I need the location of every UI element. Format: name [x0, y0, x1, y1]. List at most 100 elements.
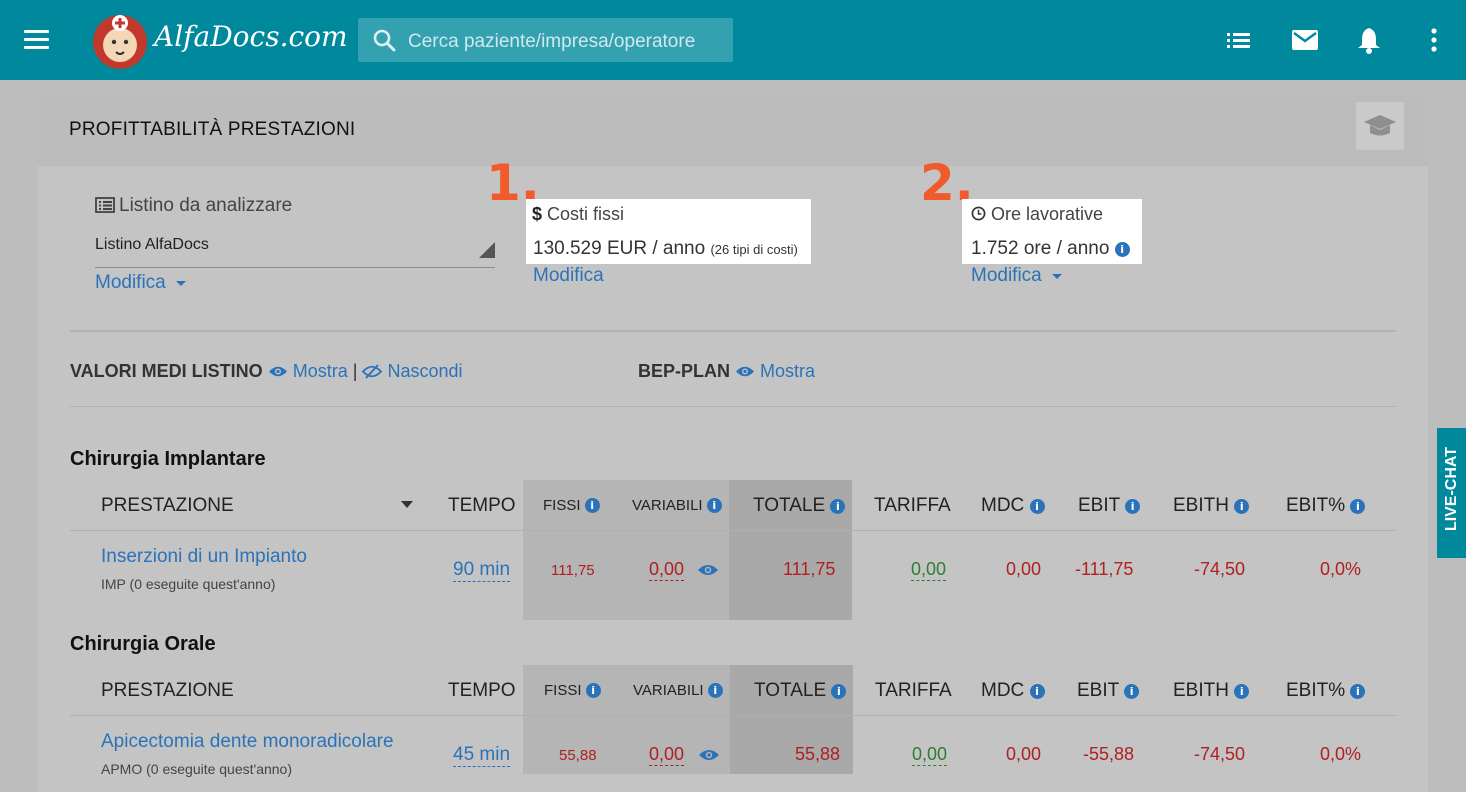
valori-medi-show-link[interactable]: Mostra — [268, 361, 353, 381]
info-icon[interactable]: i — [585, 683, 601, 698]
valori-medi-hide-label: Nascondi — [387, 361, 463, 381]
tempo-value[interactable]: 45 min — [453, 744, 511, 767]
info-icon[interactable]: i — [1350, 499, 1366, 514]
valori-medi-hide-link[interactable]: Nascondi — [362, 361, 463, 381]
info-icon[interactable]: i — [584, 498, 600, 513]
top-bar: AlfaDocs.com Cerca paziente/impresa/oper… — [0, 0, 1466, 80]
listino-edit-dropdown[interactable]: Modifica — [95, 272, 187, 294]
info-icon[interactable]: i — [830, 499, 846, 514]
ebit-pct-value: 0,0% — [1320, 744, 1362, 764]
list-alt-icon — [95, 197, 115, 213]
ebith-value: -74,50 — [1194, 559, 1246, 579]
section-title: Chirurgia Orale — [70, 633, 216, 655]
info-icon[interactable]: i — [707, 683, 723, 698]
listino-edit-label: Modifica — [95, 272, 166, 293]
info-icon[interactable]: i — [706, 498, 722, 513]
list-icon[interactable] — [1226, 26, 1252, 54]
caret-down-icon — [176, 280, 187, 286]
ebit-value: -111,75 — [1075, 559, 1134, 579]
eye-icon[interactable] — [697, 563, 719, 577]
bep-plan-show-link[interactable]: Mostra — [735, 361, 815, 381]
logo-text: AlfaDocs.com — [154, 20, 348, 53]
search-input[interactable]: Cerca paziente/impresa/operatore — [408, 31, 695, 53]
header-divider — [70, 715, 1396, 716]
page-header: PROFITTABILITÀ PRESTAZIONI — [38, 92, 1428, 166]
dollar-icon: $ — [532, 204, 543, 224]
bep-plan-label: BEP-PLAN — [638, 361, 731, 381]
col-header-ebith: EBITH i — [1173, 495, 1250, 517]
col-header-fissi: FISSI i — [543, 497, 600, 514]
col-header-variabili-label: VARIABILI — [633, 682, 704, 699]
tutorial-button[interactable] — [1356, 102, 1404, 150]
col-header-variabili: VARIABILI i — [632, 497, 722, 514]
col-header-variabili-label: VARIABILI — [632, 497, 703, 514]
col-header-prestazione[interactable]: PRESTAZIONE — [101, 495, 234, 517]
listino-label: Listino da analizzare — [119, 195, 293, 216]
fissi-value: 111,75 — [551, 562, 595, 579]
info-icon[interactable]: i — [1234, 684, 1250, 699]
costi-fissi-edit-link[interactable]: Modifica — [533, 265, 604, 287]
info-icon[interactable]: i — [1234, 499, 1250, 514]
col-header-totale-label: TOTALE — [754, 680, 827, 701]
col-header-ebit-label: EBIT — [1078, 495, 1120, 516]
col-header-ebit-label: EBIT — [1077, 680, 1119, 701]
info-icon[interactable]: i — [1114, 242, 1130, 257]
info-icon[interactable]: i — [1350, 684, 1366, 699]
info-icon[interactable]: i — [1029, 684, 1045, 699]
col-header-fissi: FISSI i — [544, 682, 601, 699]
bep-plan-show-label: Mostra — [760, 361, 816, 381]
lion-logo-icon — [93, 15, 147, 69]
col-header-mdc: MDC i — [981, 495, 1045, 517]
page-title: PROFITTABILITÀ PRESTAZIONI — [69, 119, 356, 140]
mail-icon[interactable] — [1291, 26, 1319, 54]
eye-icon[interactable] — [698, 748, 720, 762]
prestazione-name-link[interactable]: Apicectomia dente monoradicolare — [101, 731, 394, 753]
costi-fissi-value: 130.529 EUR / anno — [533, 238, 706, 259]
ebith-value: -74,50 — [1194, 744, 1246, 764]
prestazione-code: IMP (0 eseguite quest'anno) — [101, 576, 276, 592]
prestazione-code: APMO (0 eseguite quest'anno) — [101, 761, 293, 777]
header-divider — [70, 530, 1396, 531]
col-header-totale: TOTALE i — [754, 680, 847, 702]
ebit-pct-value: 0,0% — [1320, 559, 1362, 579]
ore-lavorative-value: 1.752 ore / anno — [971, 238, 1110, 259]
logo[interactable]: AlfaDocs.com — [92, 12, 348, 70]
live-chat-tab[interactable]: LIVE-CHAT — [1437, 428, 1466, 558]
bell-icon[interactable] — [1356, 26, 1382, 54]
sort-caret-icon[interactable] — [400, 500, 414, 509]
info-icon[interactable]: i — [1124, 684, 1140, 699]
ore-lavorative-box: Ore lavorative 1.752 ore / anno i — [962, 199, 1142, 264]
info-icon[interactable]: i — [1125, 499, 1141, 514]
col-header-prestazione[interactable]: PRESTAZIONE — [101, 680, 234, 702]
col-header-ebit-pct-label: EBIT% — [1286, 495, 1346, 516]
eye-slash-icon — [362, 364, 383, 379]
divider — [70, 406, 1396, 407]
prestazione-name-link[interactable]: Inserzioni di un Impianto — [101, 546, 307, 568]
info-icon[interactable]: i — [831, 684, 847, 699]
mdc-value: 0,00 — [1006, 559, 1042, 579]
hamburger-menu-icon[interactable] — [24, 30, 49, 50]
col-header-ebit-pct-label: EBIT% — [1286, 680, 1346, 701]
costi-fissi-note: (26 tipi di costi) — [710, 242, 798, 257]
tariffa-value[interactable]: 0,00 — [912, 744, 948, 766]
ore-lavorative-edit-dropdown[interactable]: Modifica — [971, 265, 1063, 287]
tariffa-value[interactable]: 0,00 — [911, 559, 947, 581]
variabili-value[interactable]: 0,00 — [649, 744, 685, 766]
tempo-value[interactable]: 90 min — [453, 559, 511, 582]
ebit-value: -55,88 — [1083, 744, 1135, 764]
col-header-tariffa: TARIFFA — [875, 680, 952, 701]
eye-icon — [268, 366, 287, 377]
listino-select[interactable]: Listino AlfaDocs — [95, 236, 495, 268]
ore-lavorative-edit-label: Modifica — [971, 265, 1042, 286]
fissi-value: 55,88 — [559, 747, 597, 764]
costi-fissi-box: $ Costi fissi 130.529 EUR / anno (26 tip… — [526, 199, 811, 264]
more-options-icon[interactable] — [1424, 26, 1444, 54]
info-icon[interactable]: i — [1029, 499, 1045, 514]
mdc-value: 0,00 — [1006, 744, 1042, 764]
col-header-tempo: TEMPO — [448, 680, 516, 701]
search-bar[interactable]: Cerca paziente/impresa/operatore — [358, 18, 733, 62]
variabili-value[interactable]: 0,00 — [649, 559, 685, 581]
clock-icon — [971, 206, 986, 221]
col-header-ebit: EBIT i — [1077, 680, 1140, 702]
col-header-fissi-label: FISSI — [544, 682, 582, 699]
